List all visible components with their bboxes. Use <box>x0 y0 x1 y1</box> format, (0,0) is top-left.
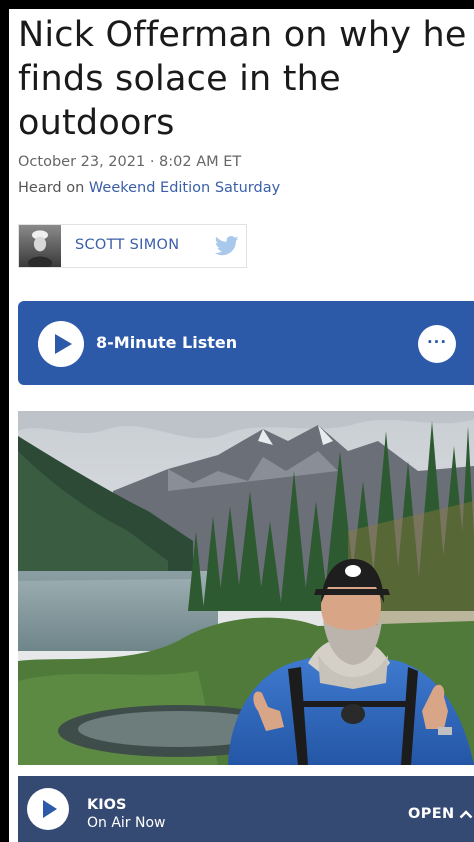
open-player-button[interactable]: OPEN <box>408 806 473 822</box>
byline-card: SCOTT SIMON <box>18 224 247 268</box>
listen-duration-label[interactable]: 8-Minute Listen <box>96 333 237 352</box>
play-icon <box>43 800 57 818</box>
author-link[interactable]: SCOTT SIMON <box>75 237 179 253</box>
play-button[interactable] <box>38 321 84 367</box>
landscape-photo <box>18 411 474 765</box>
now-playing-bar: KIOS On Air Now OPEN <box>18 776 474 842</box>
twitter-icon[interactable] <box>215 236 239 256</box>
live-play-button[interactable] <box>27 788 69 830</box>
open-label: OPEN <box>408 806 455 822</box>
heard-on-line: Heard on Weekend Edition Saturday <box>18 180 280 196</box>
program-link[interactable]: Weekend Edition Saturday <box>89 180 280 196</box>
author-avatar[interactable] <box>19 225 61 267</box>
article-dateline: October 23, 2021 · 8:02 AM ET <box>18 154 242 170</box>
chevron-up-icon <box>459 810 472 819</box>
on-air-status: On Air Now <box>87 815 166 831</box>
article-title: Nick Offerman on why he finds solace in … <box>18 15 467 143</box>
heard-on-prefix: Heard on <box>18 180 89 196</box>
play-icon <box>55 334 72 354</box>
article-page: Nick Offerman on why he finds solace in … <box>9 9 474 842</box>
audio-player: 8-Minute Listen ··· <box>18 301 474 385</box>
more-options-button[interactable]: ··· <box>418 325 456 363</box>
station-name: KIOS <box>87 797 127 813</box>
article-photo[interactable] <box>18 411 474 765</box>
